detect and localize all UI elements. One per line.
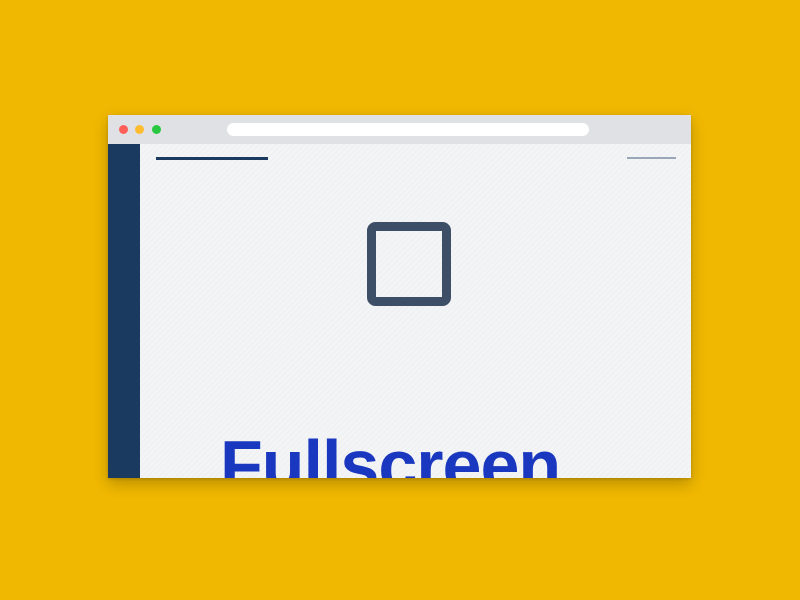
close-window-button[interactable]: [119, 125, 128, 134]
sidebar: [108, 144, 140, 478]
menu-placeholder-line[interactable]: [627, 157, 676, 159]
address-bar[interactable]: [227, 123, 589, 136]
browser-window: Fullscreen: [108, 115, 691, 478]
browser-titlebar: [108, 115, 691, 144]
minimize-window-button[interactable]: [135, 125, 144, 134]
maximize-window-button[interactable]: [152, 125, 161, 134]
page-content: Fullscreen: [140, 144, 691, 478]
logo-placeholder-line: [156, 157, 268, 160]
hero-title: Fullscreen: [220, 426, 561, 478]
square-outline-icon[interactable]: [367, 222, 451, 306]
